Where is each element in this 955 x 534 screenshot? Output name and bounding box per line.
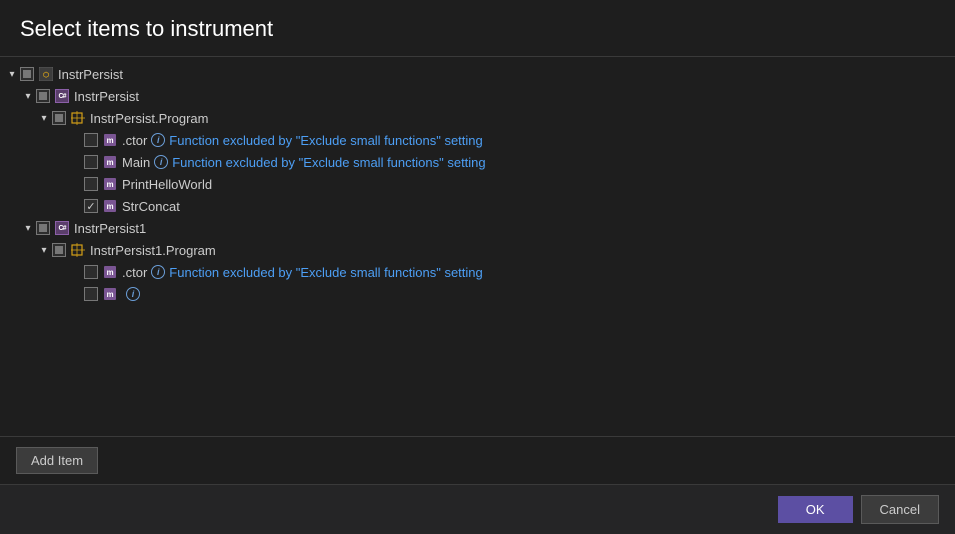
- item-label: .ctor: [122, 133, 147, 148]
- svg-text:m: m: [106, 180, 113, 189]
- svg-text:m: m: [106, 202, 113, 211]
- method-icon: m: [102, 176, 118, 192]
- select-items-dialog: Select items to instrument ▾ ⬡ InstrPers…: [0, 0, 955, 534]
- item-label: Main: [122, 155, 150, 170]
- svg-text:m: m: [106, 136, 113, 145]
- info-icon-main: i: [154, 155, 168, 169]
- collapse-arrow-instrpersist-root[interactable]: ▾: [4, 66, 20, 82]
- tree-row: ▾ ⬡ InstrPersist: [0, 63, 955, 85]
- namespace-icon: [70, 110, 86, 126]
- method-icon: m: [102, 154, 118, 170]
- tree-row: ▾ C# InstrPersist: [0, 85, 955, 107]
- tree-row: ▾ m Main i Function excluded by "Exclude…: [0, 151, 955, 173]
- checkbox-instrpersist-program[interactable]: [52, 111, 66, 125]
- svg-text:⬡: ⬡: [43, 71, 49, 79]
- method-icon: m: [102, 264, 118, 280]
- info-icon-partial: i: [126, 287, 140, 301]
- checkbox-instrpersist-assembly[interactable]: [36, 89, 50, 103]
- tree-scroll[interactable]: ▾ ⬡ InstrPersist ▾ C# InstrPersist: [0, 57, 955, 436]
- ok-button[interactable]: OK: [778, 496, 853, 523]
- checkbox-instrpersist-strconcat[interactable]: [84, 199, 98, 213]
- svg-text:m: m: [106, 158, 113, 167]
- namespace-icon: [70, 242, 86, 258]
- collapse-arrow-instrpersist1[interactable]: ▾: [20, 220, 36, 236]
- checkbox-instrpersist1-program[interactable]: [52, 243, 66, 257]
- checkbox-instrpersist-ctor[interactable]: [84, 133, 98, 147]
- checkbox-instrpersist-main[interactable]: [84, 155, 98, 169]
- collapse-arrow-instrpersist-program[interactable]: ▾: [36, 110, 52, 126]
- tree-row: ▾ m .ctor i Function excluded by "Exclud…: [0, 261, 955, 283]
- info-icon-ctor: i: [151, 133, 165, 147]
- dialog-footer: OK Cancel: [0, 484, 955, 534]
- collapse-arrow-instrpersist1-program[interactable]: ▾: [36, 242, 52, 258]
- checkbox-instrpersist-printhelloworld[interactable]: [84, 177, 98, 191]
- item-label: StrConcat: [122, 199, 180, 214]
- tree-row: ▾ InstrPersist.Program: [0, 107, 955, 129]
- tree-row: ▾ m StrConcat: [0, 195, 955, 217]
- exclude-link-instrpersist1-ctor[interactable]: Function excluded by "Exclude small func…: [169, 265, 482, 280]
- svg-text:m: m: [106, 268, 113, 277]
- item-label: PrintHelloWorld: [122, 177, 212, 192]
- item-label: InstrPersist1.Program: [90, 243, 216, 258]
- checkbox-instrpersist1[interactable]: [36, 221, 50, 235]
- tree-row: ▾ m PrintHelloWorld: [0, 173, 955, 195]
- collapse-arrow-instrpersist-assembly[interactable]: ▾: [20, 88, 36, 104]
- exclude-link-main[interactable]: Function excluded by "Exclude small func…: [172, 155, 485, 170]
- method-icon: m: [102, 286, 118, 302]
- item-label: InstrPersist: [74, 89, 139, 104]
- cs-assembly-icon: C#: [54, 88, 70, 104]
- item-label: .ctor: [122, 265, 147, 280]
- bottom-area: Add Item: [0, 436, 955, 484]
- checkbox-instrpersist-root[interactable]: [20, 67, 34, 81]
- checkbox-instrpersist1-ctor[interactable]: [84, 265, 98, 279]
- info-icon-instrpersist1-ctor: i: [151, 265, 165, 279]
- method-icon: m: [102, 198, 118, 214]
- tree-area: ▾ ⬡ InstrPersist ▾ C# InstrPersist: [0, 56, 955, 436]
- assembly-icon: ⬡: [38, 66, 54, 82]
- item-label: InstrPersist: [58, 67, 123, 82]
- checkbox-instrpersist1-method2[interactable]: [84, 287, 98, 301]
- item-label: InstrPersist1: [74, 221, 146, 236]
- svg-text:m: m: [106, 290, 113, 299]
- cancel-button[interactable]: Cancel: [861, 495, 939, 524]
- method-icon: m: [102, 132, 118, 148]
- tree-row: ▾ InstrPersist1.Program: [0, 239, 955, 261]
- tree-row: ▾ m .ctor i Function excluded by "Exclud…: [0, 129, 955, 151]
- add-item-button[interactable]: Add Item: [16, 447, 98, 474]
- tree-row: ▾ m i: [0, 283, 955, 305]
- exclude-link-ctor[interactable]: Function excluded by "Exclude small func…: [169, 133, 482, 148]
- dialog-title: Select items to instrument: [0, 16, 955, 56]
- cs-assembly-icon: C#: [54, 220, 70, 236]
- item-label: InstrPersist.Program: [90, 111, 208, 126]
- tree-row: ▾ C# InstrPersist1: [0, 217, 955, 239]
